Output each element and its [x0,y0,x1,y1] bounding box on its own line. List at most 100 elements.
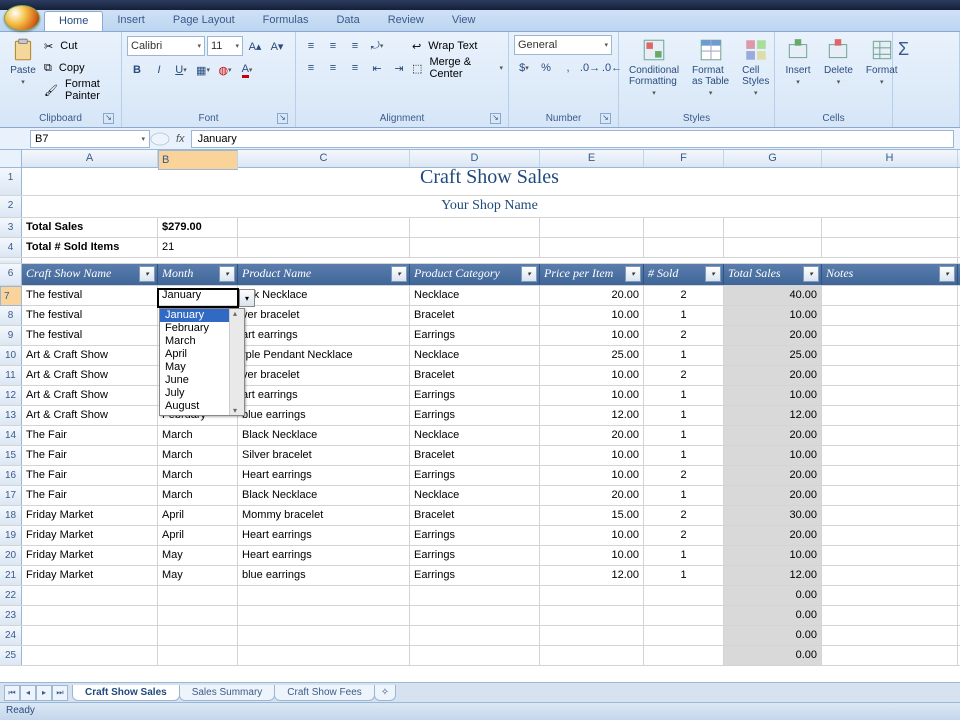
cell[interactable]: Mommy bracelet [238,506,410,525]
cell[interactable]: The festival [22,326,158,345]
cell[interactable]: 0.00 [724,606,822,625]
cell[interactable]: Friday Market [22,526,158,545]
cell[interactable] [158,586,238,605]
clipboard-launcher[interactable]: ↘ [103,113,114,124]
cell[interactable]: Necklace [410,486,540,505]
cell[interactable]: 10.00 [540,326,644,345]
cell[interactable]: Bracelet [410,306,540,325]
cell[interactable]: Product Name▾ [238,264,410,285]
cell[interactable] [540,586,644,605]
subtitle-cell[interactable]: Your Shop Name [22,196,958,217]
cell[interactable]: Earrings [410,466,540,485]
cell[interactable]: art earrings [238,326,410,345]
cell[interactable] [822,546,958,565]
cell[interactable]: Total Sales [22,218,158,237]
cell[interactable]: May [158,566,238,585]
cell[interactable]: 12.00 [540,406,644,425]
cell[interactable]: 10.00 [724,546,822,565]
cell[interactable] [410,238,540,257]
align-center-button[interactable]: ≡ [323,58,343,78]
col-header-A[interactable]: A [22,150,158,167]
cell[interactable]: art earrings [238,386,410,405]
cell[interactable] [158,606,238,625]
cell[interactable]: # Sold▾ [644,264,724,285]
cell[interactable]: Art & Craft Show [22,346,158,365]
cell[interactable]: 1 [644,306,724,325]
paste-button[interactable]: Paste▾ [5,35,41,88]
tab-home[interactable]: Home [44,11,103,31]
name-box[interactable]: B7▾ [30,130,150,148]
cell[interactable]: 2 [644,466,724,485]
currency-button[interactable]: $▾ [514,58,534,78]
filter-button[interactable]: ▾ [939,266,955,282]
cell[interactable]: 40.00 [724,286,822,305]
filter-button[interactable]: ▾ [139,266,155,282]
cell[interactable]: rple Pendant Necklace [238,346,410,365]
cell[interactable]: Silver bracelet [238,446,410,465]
cell[interactable] [540,646,644,665]
align-middle-button[interactable]: ≡ [323,36,343,56]
filter-button[interactable]: ▾ [803,266,819,282]
orientation-button[interactable]: ⤾▾ [367,36,387,56]
font-color-button[interactable]: A▾ [237,60,257,80]
formula-input[interactable]: January [191,130,954,148]
cell[interactable]: The Fair [22,486,158,505]
cell[interactable] [540,626,644,645]
cell[interactable]: 25.00 [540,346,644,365]
cell[interactable]: 10.00 [540,526,644,545]
row-header[interactable]: 1 [0,168,22,195]
cell[interactable] [822,366,958,385]
cell[interactable] [410,586,540,605]
cell[interactable]: blue earrings [238,566,410,585]
cell[interactable]: The Fair [22,446,158,465]
cell[interactable]: Black Necklace [238,426,410,445]
row-header[interactable]: 20 [0,546,22,565]
sheet-nav-prev[interactable]: ◂ [20,685,36,701]
row-header[interactable]: 3 [0,218,22,237]
cell[interactable]: January [158,286,238,305]
sheet-tab[interactable]: Craft Show Sales [72,685,180,701]
cell[interactable]: ver bracelet [238,306,410,325]
cell[interactable]: Art & Craft Show [22,386,158,405]
cell[interactable]: May [158,546,238,565]
cell[interactable] [22,606,158,625]
cell[interactable] [238,646,410,665]
number-format-select[interactable]: General▾ [514,35,612,55]
cell[interactable]: 1 [644,386,724,405]
row-header[interactable]: 9 [0,326,22,345]
font-name-select[interactable]: Calibri▾ [127,36,205,56]
cell[interactable]: Earrings [410,326,540,345]
cell[interactable]: 12.00 [724,406,822,425]
cell[interactable]: 10.00 [540,466,644,485]
cell[interactable]: Total Sales▾ [724,264,822,285]
cell[interactable] [822,218,958,237]
cell[interactable]: 10.00 [724,306,822,325]
cell[interactable]: 21 [158,238,238,257]
cell[interactable]: 0.00 [724,646,822,665]
cell[interactable]: Heart earrings [238,546,410,565]
comma-button[interactable]: , [558,58,578,78]
cell[interactable]: 10.00 [540,446,644,465]
cell[interactable]: 2 [644,526,724,545]
cell[interactable] [822,386,958,405]
grow-font-button[interactable]: A▴ [245,36,265,56]
sheet-nav-first[interactable]: ⏮ [4,685,20,701]
cell[interactable]: 0.00 [724,586,822,605]
cell[interactable] [644,218,724,237]
cell[interactable]: 20.00 [724,366,822,385]
cell[interactable]: 20.00 [724,526,822,545]
cell-dropdown-button[interactable]: ▾ [239,289,255,307]
cell[interactable]: Earrings [410,546,540,565]
cell[interactable]: 1 [644,346,724,365]
row-header[interactable]: 7 [0,286,22,306]
col-header-C[interactable]: C [238,150,410,167]
cell[interactable] [822,346,958,365]
filter-button[interactable]: ▾ [625,266,641,282]
cell[interactable] [644,626,724,645]
cell[interactable] [822,446,958,465]
tab-page-layout[interactable]: Page Layout [159,11,249,31]
sheet-tab[interactable]: Craft Show Fees [274,685,374,701]
tab-review[interactable]: Review [374,11,438,31]
title-cell[interactable]: Craft Show Sales [22,168,958,195]
cell[interactable]: Black Necklace [238,486,410,505]
